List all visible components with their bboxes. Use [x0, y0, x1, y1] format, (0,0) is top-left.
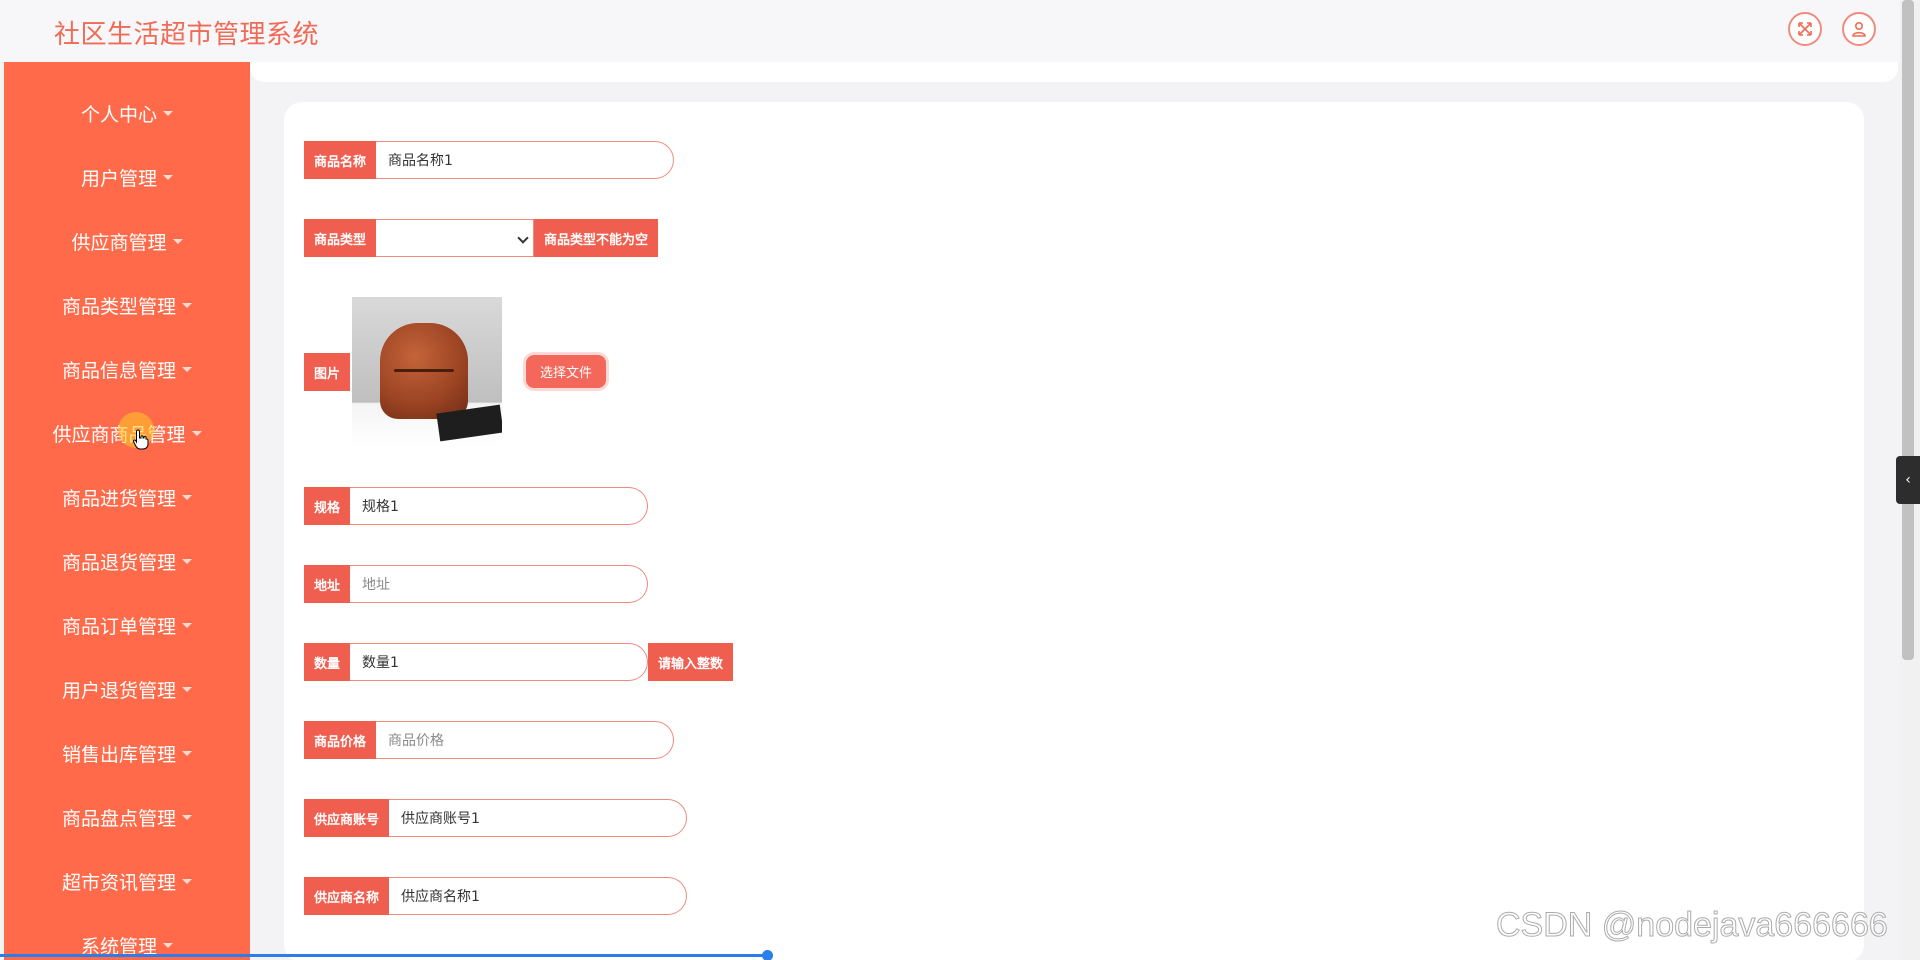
caret-down-icon: [182, 366, 192, 372]
sidebar-item-purchase-management[interactable]: 商品进货管理: [4, 477, 250, 517]
scrollbar-thumb[interactable]: [1902, 0, 1914, 660]
sidebar-item-product-type-management[interactable]: 商品类型管理: [4, 285, 250, 325]
caret-down-icon: [182, 622, 192, 628]
sidebar-item-news-management[interactable]: 超市资讯管理: [4, 861, 250, 901]
caret-down-icon: [182, 814, 192, 820]
sidebar-item-label: 用户管理: [80, 167, 157, 190]
product-type-row: 商品类型 商品类型不能为空: [304, 219, 659, 257]
quantity-label: 数量: [304, 643, 351, 681]
address-input[interactable]: 地址: [350, 565, 649, 603]
caret-down-icon: [182, 686, 192, 692]
watermark: CSDN @nodejava666666: [1496, 906, 1889, 945]
progress-handle[interactable]: [762, 950, 773, 960]
price-label: 商品价格: [304, 721, 377, 759]
hand-cursor-icon: [132, 429, 149, 450]
caret-down-icon: [182, 494, 192, 500]
product-name-row: 商品名称 商品名称1: [304, 141, 675, 179]
product-name-label: 商品名称: [304, 141, 377, 179]
sidebar-item-label: 商品信息管理: [61, 359, 176, 382]
sidebar-item-label: 超市资讯管理: [61, 871, 176, 894]
sidebar-item-sales-outbound-management[interactable]: 销售出库管理: [4, 733, 250, 773]
caret-down-icon: [182, 558, 192, 564]
chevron-left-icon: ‹: [1905, 472, 1911, 488]
progress-bar: [0, 954, 770, 957]
supplier-account-input[interactable]: 供应商账号1: [389, 799, 688, 837]
product-type-select[interactable]: [376, 219, 535, 257]
spec-label: 规格: [304, 487, 351, 525]
image-row: 图片: [304, 353, 351, 391]
spec-row: 规格 规格1: [304, 487, 649, 525]
product-type-label: 商品类型: [304, 219, 377, 257]
sidebar-item-personal-center[interactable]: 个人中心: [4, 93, 250, 133]
image-label: 图片: [304, 353, 351, 391]
price-input[interactable]: 商品价格: [376, 721, 675, 759]
caret-down-icon: [182, 750, 192, 756]
sidebar-item-label: 用户退货管理: [61, 679, 176, 702]
caret-down-icon: [182, 302, 192, 308]
caret-down-icon: [172, 238, 183, 244]
fullscreen-icon[interactable]: [1788, 12, 1822, 46]
caret-down-icon: [163, 174, 173, 180]
breadcrumb-strip: [250, 62, 1898, 82]
address-label: 地址: [304, 565, 351, 603]
collapse-panel-button[interactable]: ‹: [1896, 456, 1920, 504]
supplier-name-row: 供应商名称 供应商名称1: [304, 877, 688, 915]
sidebar-item-product-return-management[interactable]: 商品退货管理: [4, 541, 250, 581]
supplier-account-row: 供应商账号 供应商账号1: [304, 799, 688, 837]
sidebar-item-label: 个人中心: [80, 103, 157, 126]
sidebar-item-product-info-management[interactable]: 商品信息管理: [4, 349, 250, 389]
quantity-error: 请输入整数: [648, 643, 734, 681]
price-row: 商品价格 商品价格: [304, 721, 675, 759]
caret-down-icon: [182, 878, 192, 884]
top-bar: 社区生活超市管理系统: [0, 0, 1900, 62]
sidebar-item-label: 商品进货管理: [61, 487, 176, 510]
sidebar: 个人中心 用户管理 供应商管理 商品类型管理 商品信息管理 供应商商品管理 商品…: [4, 62, 250, 960]
sidebar-item-label: 销售出库管理: [61, 743, 176, 766]
caret-down-icon: [163, 110, 173, 116]
user-icon[interactable]: [1842, 12, 1876, 46]
sidebar-item-order-management[interactable]: 商品订单管理: [4, 605, 250, 645]
product-name-input[interactable]: 商品名称1: [376, 141, 675, 179]
sidebar-item-label: 商品盘点管理: [61, 807, 176, 830]
sidebar-item-label: 商品退货管理: [61, 551, 176, 574]
sidebar-item-user-return-management[interactable]: 用户退货管理: [4, 669, 250, 709]
sidebar-item-supplier-management[interactable]: 供应商管理: [4, 221, 250, 261]
sidebar-item-label: 供应商管理: [71, 231, 167, 254]
sidebar-item-inventory-check-management[interactable]: 商品盘点管理: [4, 797, 250, 837]
sidebar-item-label: 商品订单管理: [61, 615, 176, 638]
supplier-account-label: 供应商账号: [304, 799, 390, 837]
supplier-name-label: 供应商名称: [304, 877, 390, 915]
supplier-name-input[interactable]: 供应商名称1: [389, 877, 688, 915]
product-image: [352, 297, 502, 447]
address-row: 地址 地址: [304, 565, 649, 603]
bag-zipper: [394, 369, 454, 372]
chevron-down-icon: [517, 232, 529, 244]
sidebar-item-label: 商品类型管理: [61, 295, 176, 318]
app-title: 社区生活超市管理系统: [54, 20, 320, 50]
bag-image: [380, 323, 468, 419]
caret-down-icon: [163, 942, 173, 948]
choose-file-button[interactable]: 选择文件: [526, 355, 606, 388]
sidebar-item-user-management[interactable]: 用户管理: [4, 157, 250, 197]
quantity-row: 数量 数量1 请输入整数: [304, 643, 734, 681]
quantity-input[interactable]: 数量1: [350, 643, 649, 681]
caret-down-icon: [191, 430, 202, 436]
product-type-error: 商品类型不能为空: [534, 219, 659, 257]
spec-input[interactable]: 规格1: [350, 487, 649, 525]
